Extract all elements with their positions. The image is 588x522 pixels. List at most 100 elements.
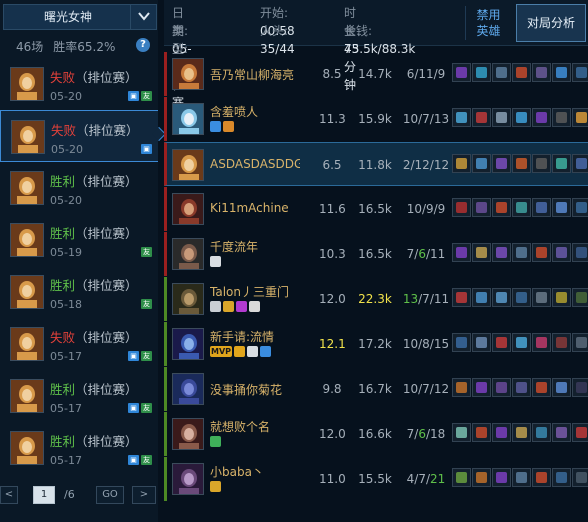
item-icon[interactable] bbox=[472, 333, 491, 352]
item-icon[interactable] bbox=[552, 108, 571, 127]
player-name[interactable]: 没事捅你菊花 bbox=[210, 381, 282, 398]
item-icon[interactable] bbox=[492, 468, 511, 487]
item-icon[interactable] bbox=[512, 378, 531, 397]
player-row[interactable]: Ki11mAchine 11.6 16.5k 10/9/9 bbox=[164, 187, 588, 231]
next-page-button[interactable]: > bbox=[132, 486, 156, 504]
item-icon[interactable] bbox=[512, 288, 531, 307]
chevron-down-icon[interactable] bbox=[130, 5, 156, 29]
item-icon[interactable] bbox=[512, 108, 531, 127]
item-icon[interactable] bbox=[532, 198, 551, 217]
champion-portrait[interactable] bbox=[172, 373, 204, 405]
player-name[interactable]: 千度流年 bbox=[210, 238, 258, 255]
champion-portrait[interactable] bbox=[172, 418, 204, 450]
item-icon[interactable] bbox=[572, 108, 588, 127]
match-list-item[interactable]: 胜利（排位赛） 05-19 友 bbox=[0, 214, 158, 266]
item-icon[interactable] bbox=[472, 154, 491, 173]
player-row[interactable]: 含羞喷人 11.3 15.9k 10/7/13 bbox=[164, 97, 588, 141]
item-icon[interactable] bbox=[512, 154, 531, 173]
item-icon[interactable] bbox=[452, 243, 471, 262]
player-row[interactable]: 吾乃常山柳海亮 8.5 14.7k 6/11/9 bbox=[164, 52, 588, 96]
item-icon[interactable] bbox=[452, 333, 471, 352]
item-icon[interactable] bbox=[572, 63, 588, 82]
item-icon[interactable] bbox=[472, 63, 491, 82]
item-icon[interactable] bbox=[492, 154, 511, 173]
item-icon[interactable] bbox=[452, 378, 471, 397]
item-icon[interactable] bbox=[452, 423, 471, 442]
item-icon[interactable] bbox=[572, 198, 588, 217]
champion-portrait[interactable] bbox=[172, 283, 204, 315]
champion-portrait[interactable] bbox=[172, 58, 204, 90]
item-icon[interactable] bbox=[472, 288, 491, 307]
item-icon[interactable] bbox=[492, 63, 511, 82]
player-name[interactable]: 就想败个名 bbox=[210, 418, 270, 435]
player-row[interactable]: 小baba丶 11.0 15.5k 4/7/21 bbox=[164, 457, 588, 501]
item-icon[interactable] bbox=[532, 243, 551, 262]
item-icon[interactable] bbox=[572, 243, 588, 262]
item-icon[interactable] bbox=[532, 423, 551, 442]
item-icon[interactable] bbox=[492, 288, 511, 307]
item-icon[interactable] bbox=[512, 468, 531, 487]
match-list-item[interactable]: 胜利（排位赛） 05-17 ▣ 友 bbox=[0, 422, 158, 474]
item-icon[interactable] bbox=[492, 108, 511, 127]
page-input[interactable]: 1 bbox=[33, 486, 55, 504]
item-icon[interactable] bbox=[552, 468, 571, 487]
item-icon[interactable] bbox=[472, 243, 491, 262]
item-icon[interactable] bbox=[452, 108, 471, 127]
match-list-item[interactable]: 失败（排位赛） 05-20 ▣ bbox=[0, 110, 158, 162]
item-icon[interactable] bbox=[572, 423, 588, 442]
item-icon[interactable] bbox=[572, 154, 588, 173]
item-icon[interactable] bbox=[572, 288, 588, 307]
match-analysis-button[interactable]: 对局分析 bbox=[516, 4, 586, 42]
item-icon[interactable] bbox=[452, 468, 471, 487]
champion-portrait[interactable] bbox=[172, 193, 204, 225]
help-icon[interactable]: ? bbox=[136, 38, 150, 52]
item-icon[interactable] bbox=[532, 154, 551, 173]
player-row[interactable]: 就想败个名 12.0 16.6k 7/6/18 bbox=[164, 412, 588, 456]
item-icon[interactable] bbox=[552, 423, 571, 442]
item-icon[interactable] bbox=[572, 333, 588, 352]
player-row[interactable]: ASDASDASDDGI 6.5 11.8k 2/12/12 bbox=[164, 142, 588, 186]
match-list-item[interactable]: 胜利（排位赛） 05-17 ▣ 友 bbox=[0, 370, 158, 422]
item-icon[interactable] bbox=[452, 288, 471, 307]
player-name[interactable]: 新手请:流情 bbox=[210, 328, 274, 345]
match-list-item[interactable]: 失败（排位赛） 05-20 ▣ 友 bbox=[0, 58, 158, 110]
item-icon[interactable] bbox=[472, 423, 491, 442]
item-icon[interactable] bbox=[512, 63, 531, 82]
item-icon[interactable] bbox=[472, 108, 491, 127]
banned-heroes-button[interactable]: 禁用 英雄 bbox=[465, 6, 511, 40]
item-icon[interactable] bbox=[552, 288, 571, 307]
prev-page-button[interactable]: < bbox=[0, 486, 18, 504]
item-icon[interactable] bbox=[512, 243, 531, 262]
item-icon[interactable] bbox=[572, 378, 588, 397]
champion-portrait[interactable] bbox=[172, 328, 204, 360]
item-icon[interactable] bbox=[532, 333, 551, 352]
player-name[interactable]: 小baba丶 bbox=[210, 463, 264, 480]
item-icon[interactable] bbox=[532, 468, 551, 487]
item-icon[interactable] bbox=[552, 63, 571, 82]
item-icon[interactable] bbox=[492, 243, 511, 262]
item-icon[interactable] bbox=[512, 198, 531, 217]
item-icon[interactable] bbox=[532, 288, 551, 307]
player-row[interactable]: 没事捅你菊花 9.8 16.7k 10/7/12 bbox=[164, 367, 588, 411]
item-icon[interactable] bbox=[552, 243, 571, 262]
item-icon[interactable] bbox=[532, 108, 551, 127]
player-row[interactable]: Talon丿三重门 12.0 22.3k 13/7/11 bbox=[164, 277, 588, 321]
item-icon[interactable] bbox=[472, 468, 491, 487]
item-icon[interactable] bbox=[492, 333, 511, 352]
item-icon[interactable] bbox=[492, 378, 511, 397]
item-icon[interactable] bbox=[512, 333, 531, 352]
item-icon[interactable] bbox=[552, 378, 571, 397]
player-name[interactable]: 吾乃常山柳海亮 bbox=[210, 66, 294, 83]
item-icon[interactable] bbox=[452, 63, 471, 82]
item-icon[interactable] bbox=[552, 198, 571, 217]
item-icon[interactable] bbox=[532, 63, 551, 82]
player-name[interactable]: ASDASDASDDGI bbox=[210, 157, 300, 171]
item-icon[interactable] bbox=[452, 198, 471, 217]
player-row[interactable]: 千度流年 10.3 16.5k 7/6/11 bbox=[164, 232, 588, 276]
player-name[interactable]: Ki11mAchine bbox=[210, 201, 289, 215]
hero-select-dropdown[interactable]: 曙光女神 bbox=[3, 4, 157, 30]
champion-portrait[interactable] bbox=[172, 463, 204, 495]
item-icon[interactable] bbox=[552, 154, 571, 173]
item-icon[interactable] bbox=[472, 198, 491, 217]
item-icon[interactable] bbox=[472, 378, 491, 397]
